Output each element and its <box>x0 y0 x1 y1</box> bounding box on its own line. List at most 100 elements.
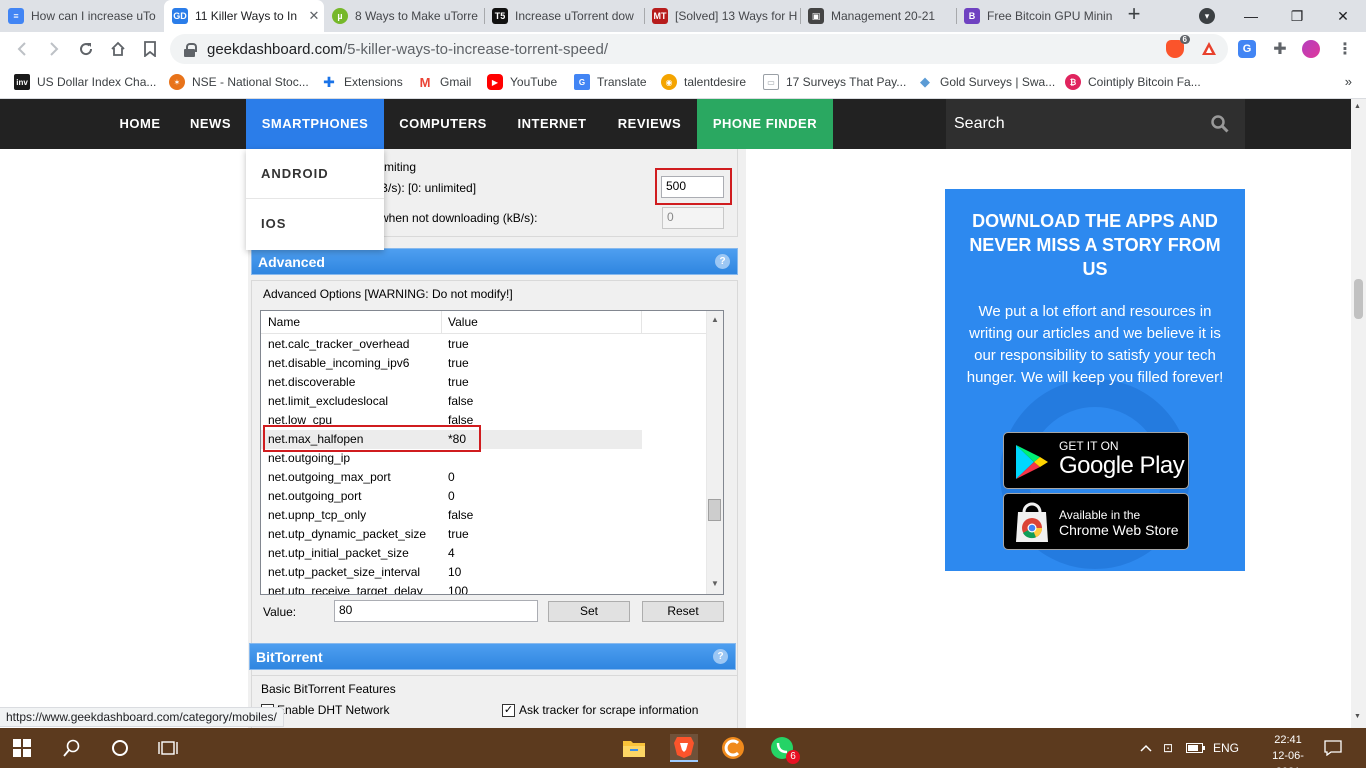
close-tab-icon[interactable]: ✕ <box>304 8 324 24</box>
bookmark-item[interactable]: ◉ talentdesire <box>661 72 746 92</box>
bookmark-item[interactable]: inv US Dollar Index Cha... <box>14 72 156 92</box>
set-button[interactable]: Set <box>548 601 630 622</box>
option-row[interactable]: net.calc_tracker_overhead true <box>261 335 707 354</box>
scroll-up-icon[interactable]: ▲ <box>711 315 719 324</box>
new-tab-button[interactable]: + <box>1122 3 1146 27</box>
bookmark-item[interactable]: G Translate <box>574 72 647 92</box>
file-explorer-button[interactable] <box>620 734 648 762</box>
page-scrollbar[interactable]: ▲ ▼ <box>1351 99 1366 728</box>
bookmark-button[interactable] <box>138 37 162 61</box>
option-row[interactable]: net.utp_packet_size_interval 10 <box>261 563 707 582</box>
col-name-header[interactable]: Name <box>268 315 300 329</box>
nav-reviews[interactable]: REVIEWS <box>602 99 697 149</box>
address-bar[interactable]: geekdashboard.com/5-killer-ways-to-incre… <box>170 34 1228 64</box>
profile-avatar[interactable] <box>1302 40 1320 58</box>
bookmarks-overflow-icon[interactable]: » <box>1345 74 1352 89</box>
brave-shields-icon[interactable]: 6 <box>1166 35 1190 58</box>
translate-ext-icon[interactable]: G <box>1238 40 1256 58</box>
value-input[interactable]: 80 <box>334 600 538 622</box>
scrape-checkbox[interactable]: ✓ <box>502 704 515 717</box>
minimize-button[interactable]: — <box>1228 0 1274 32</box>
bookmark-item[interactable]: M Gmail <box>417 72 472 92</box>
brave-taskbar-button[interactable] <box>670 734 698 762</box>
option-row[interactable]: net.utp_receive_target_delay 100 <box>261 582 707 594</box>
option-row[interactable]: net.limit_excludeslocal false <box>261 392 707 411</box>
ccleaner-taskbar-button[interactable] <box>719 734 747 762</box>
col-value-header[interactable]: Value <box>448 315 478 329</box>
google-play-badge[interactable]: GET IT ON Google Play <box>1003 432 1189 489</box>
cortana-button[interactable] <box>106 734 134 762</box>
menu-kebab-icon[interactable]: ⋮ <box>1336 40 1354 58</box>
scroll-up-icon[interactable]: ▲ <box>1354 103 1361 110</box>
reload-button[interactable] <box>74 37 98 61</box>
bookmark-item[interactable]: ✚ Extensions <box>321 72 403 92</box>
close-window-button[interactable]: ✕ <box>1320 0 1366 32</box>
option-row[interactable]: net.utp_initial_packet_size 4 <box>261 544 707 563</box>
task-view-icon <box>158 741 178 755</box>
option-row[interactable]: net.upnp_tcp_only false <box>261 506 707 525</box>
scroll-down-icon[interactable]: ▼ <box>1354 713 1361 720</box>
battery-icon[interactable] <box>1186 728 1206 768</box>
taskbar-clock[interactable]: 22:41 12-06-2021 <box>1262 732 1314 780</box>
option-row[interactable]: net.disable_incoming_ipv6 true <box>261 354 707 373</box>
bookmark-item[interactable]: ▭ 17 Surveys That Pay... <box>763 72 906 92</box>
chrome-web-store-badge[interactable]: Available in the Chrome Web Store <box>1003 493 1189 550</box>
site-search-input[interactable]: Search <box>946 99 1245 149</box>
task-view-button[interactable] <box>154 734 182 762</box>
option-row[interactable]: net.utp_dynamic_packet_size true <box>261 525 707 544</box>
page-scroll-thumb[interactable] <box>1354 279 1363 319</box>
cws-big: Chrome Web Store <box>1059 522 1179 538</box>
tab-0[interactable]: ≡ How can I increase uTo <box>0 0 164 32</box>
extensions-puzzle-icon[interactable]: ✚ <box>1271 40 1289 58</box>
option-row[interactable]: net.outgoing_port 0 <box>261 487 707 506</box>
nav-phone-finder[interactable]: PHONE FINDER <box>697 99 833 149</box>
restore-button[interactable]: ❐ <box>1274 0 1320 32</box>
alt-upload-input[interactable]: 0 <box>662 207 724 229</box>
search-icon[interactable] <box>1211 115 1229 133</box>
dropdown-ios[interactable]: IOS <box>246 199 384 249</box>
start-button[interactable] <box>8 734 36 762</box>
meet-now-icon[interactable]: ⊡ <box>1163 728 1173 768</box>
tab-search-icon[interactable]: ▾ <box>1199 8 1215 24</box>
bookmark-item[interactable]: ✶ NSE - National Stoc... <box>169 72 309 92</box>
advanced-options-list[interactable]: Name Value net.calc_tracker_overhead true… <box>260 310 724 595</box>
tab-1-active[interactable]: GD 11 Killer Ways to In ✕ <box>164 0 324 32</box>
dropdown-android[interactable]: ANDROID <box>246 149 384 199</box>
bookmark-item[interactable]: ▶ YouTube <box>487 72 557 92</box>
back-button[interactable] <box>10 37 34 61</box>
tab-6[interactable]: B Free Bitcoin GPU Minin <box>956 0 1112 32</box>
nav-news[interactable]: NEWS <box>177 99 244 149</box>
tab-title: Increase uTorrent dow <box>515 9 634 23</box>
option-row[interactable]: net.discoverable true <box>261 373 707 392</box>
whatsapp-taskbar-button[interactable]: 6 <box>768 734 800 764</box>
tab-4[interactable]: MT [Solved] 13 Ways for H <box>644 0 800 32</box>
utorrent-icon: µ <box>332 8 348 24</box>
nav-computers[interactable]: COMPUTERS <box>384 99 502 149</box>
nav-home[interactable]: HOME <box>106 99 174 149</box>
clock-time: 22:41 <box>1274 734 1302 746</box>
tab-3[interactable]: T5 Increase uTorrent dow <box>484 0 644 32</box>
show-hidden-icons[interactable] <box>1140 728 1156 768</box>
home-button[interactable] <box>106 37 130 61</box>
scroll-down-icon[interactable]: ▼ <box>711 579 719 588</box>
help-icon[interactable]: ? <box>713 649 728 664</box>
tab-2[interactable]: µ 8 Ways to Make uTorre <box>324 0 484 32</box>
nav-internet[interactable]: INTERNET <box>502 99 602 149</box>
list-header: Name Value <box>261 311 707 334</box>
bittorrent-section-header: BitTorrent ? <box>249 643 736 670</box>
nav-smartphones[interactable]: SMARTPHONES <box>246 99 384 149</box>
tab-5[interactable]: ▣ Management 20-21 <box>800 0 956 32</box>
help-icon[interactable]: ? <box>715 254 730 269</box>
lock-icon[interactable] <box>184 42 197 57</box>
input-language[interactable]: ENG <box>1213 728 1239 768</box>
notifications-icon[interactable] <box>1324 728 1342 768</box>
scroll-thumb[interactable] <box>708 499 721 521</box>
reset-button[interactable]: Reset <box>642 601 724 622</box>
forward-button[interactable] <box>42 37 66 61</box>
option-row[interactable]: net.outgoing_max_port 0 <box>261 468 707 487</box>
bookmark-item[interactable]: ◆ Gold Surveys | Swa... <box>917 72 1055 92</box>
brave-rewards-icon[interactable] <box>1200 40 1218 58</box>
bookmark-item[interactable]: ₿ Cointiply Bitcoin Fa... <box>1065 72 1201 92</box>
list-scrollbar[interactable]: ▲ ▼ <box>706 311 723 594</box>
search-button[interactable] <box>58 734 86 762</box>
